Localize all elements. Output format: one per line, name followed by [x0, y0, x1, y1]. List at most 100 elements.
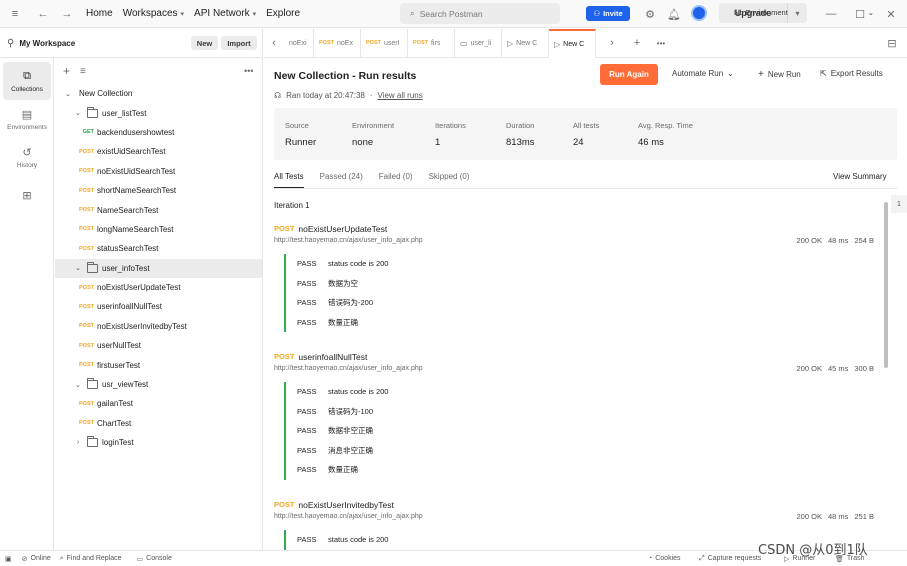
- right-panel-badge[interactable]: 1: [891, 195, 907, 213]
- tab-failed[interactable]: Failed (0): [379, 172, 413, 188]
- nav-collections[interactable]: ⧉ Collections: [3, 62, 51, 100]
- new-button[interactable]: New: [191, 36, 218, 50]
- chevron-down-icon[interactable]: ⌄: [73, 264, 83, 272]
- add-tab-icon[interactable]: +: [628, 34, 646, 52]
- method-badge: POST: [79, 284, 94, 291]
- import-button[interactable]: Import: [221, 36, 257, 50]
- invite-button[interactable]: ⚇ Invite: [586, 6, 630, 21]
- automate-run-button[interactable]: Automate Run ⌄: [672, 69, 734, 78]
- cookies-button[interactable]: ◔ Cookies: [648, 555, 681, 562]
- method-badge: POST: [79, 168, 94, 175]
- nav-apis[interactable]: ⊞: [0, 176, 54, 214]
- test-result-row: PASS 错误码为-200: [297, 298, 374, 308]
- summary-iterations: Iterations 1: [435, 121, 466, 148]
- add-icon[interactable]: +: [63, 64, 70, 78]
- tab-item[interactable]: noExi: [284, 28, 314, 58]
- request-item[interactable]: POST noExistUserInvitedbyTest: [55, 317, 262, 336]
- nav-explore[interactable]: Explore: [266, 8, 300, 19]
- test-result-row: PASS 消息非空正确: [297, 445, 373, 455]
- scrollbar[interactable]: [884, 202, 888, 368]
- chevron-down-icon[interactable]: ⌄: [73, 381, 83, 389]
- request-item[interactable]: POST ChartTest: [55, 414, 262, 433]
- folder-item[interactable]: ⌄ user_infoTest: [55, 258, 262, 278]
- more-icon[interactable]: •••: [244, 66, 253, 76]
- tab-scroll-left-icon[interactable]: ‹: [264, 34, 284, 52]
- search-input[interactable]: ⌕ Search Postman: [400, 3, 560, 24]
- request-item[interactable]: POST noExistUidSearchTest: [55, 162, 262, 181]
- request-item[interactable]: POST noExistUserUpdateTest: [55, 278, 262, 297]
- tab-list: noExi POST noEx POST userI POST firs ▭ user_li ▷ N…: [284, 28, 596, 58]
- tab-all-tests[interactable]: All Tests: [274, 172, 304, 188]
- tab-skipped[interactable]: Skipped (0): [429, 172, 470, 188]
- tab-item[interactable]: ▷ New C: [549, 28, 596, 58]
- folder-item[interactable]: ⌄ user_listTest: [55, 103, 262, 122]
- back-arrow-icon[interactable]: ←: [34, 5, 52, 23]
- view-summary-link[interactable]: View Summary: [833, 172, 887, 181]
- request-item[interactable]: POST longNameSearchTest: [55, 220, 262, 239]
- menu-icon[interactable]: ≡: [6, 5, 24, 23]
- nav-environments[interactable]: ▤ Environments: [0, 100, 54, 138]
- request-item[interactable]: POST userNullTest: [55, 336, 262, 355]
- online-status[interactable]: ⊘ Online: [22, 555, 51, 563]
- request-stats: 200 OK 48 ms 254 B: [796, 236, 874, 245]
- request-item[interactable]: POST existUidSearchTest: [55, 142, 262, 161]
- status-badge: PASS: [297, 278, 317, 288]
- request-heading[interactable]: POST noExistUserInvitedbyTest: [274, 500, 874, 510]
- close-icon[interactable]: ✕: [882, 5, 900, 23]
- tab-passed[interactable]: Passed (24): [320, 172, 363, 188]
- tab-more-icon[interactable]: •••: [652, 34, 670, 52]
- export-results-button[interactable]: ⇱ Export Results: [820, 69, 883, 78]
- chevron-down-icon[interactable]: ⌄: [73, 109, 83, 117]
- filter-icon[interactable]: ≡: [80, 66, 86, 77]
- workspace-name[interactable]: My Workspace: [19, 39, 75, 48]
- request-item[interactable]: POST userinfoallNullTest: [55, 297, 262, 316]
- method-badge: GET: [82, 129, 94, 136]
- request-item[interactable]: POST gailanTest: [55, 394, 262, 413]
- forward-arrow-icon[interactable]: →: [58, 5, 76, 23]
- request-heading[interactable]: POST userinfoallNullTest: [274, 352, 874, 362]
- folder-item[interactable]: › loginTest: [55, 433, 262, 452]
- run-again-button[interactable]: Run Again: [600, 64, 658, 85]
- sidebar-toggle-icon[interactable]: ▣: [5, 555, 12, 563]
- environment-select[interactable]: No Environment ⌄: [734, 8, 874, 17]
- method-badge: POST: [79, 245, 94, 252]
- collection-item[interactable]: ⌄ New Collection: [55, 84, 262, 103]
- environment-quicklook-icon[interactable]: ⊟: [883, 34, 901, 52]
- console-button[interactable]: ▭ Console: [137, 555, 172, 563]
- left-nav: ⧉ Collections ▤ Environments ↺ History ⊞: [0, 58, 54, 550]
- tab-item[interactable]: POST userI: [361, 28, 408, 58]
- settings-icon[interactable]: ⚙: [641, 5, 659, 23]
- tab-item[interactable]: POST firs: [408, 28, 455, 58]
- chevron-down-icon[interactable]: ⌄: [63, 90, 73, 98]
- find-replace-button[interactable]: ⌕ Find and Replace: [60, 555, 122, 563]
- avatar[interactable]: [691, 5, 707, 21]
- folder-item[interactable]: ⌄ usr_viewTest: [55, 375, 262, 394]
- test-result-row: PASS 数据非空正确: [297, 426, 373, 436]
- nav-workspaces[interactable]: Workspaces ▾: [123, 8, 184, 19]
- test-result-row: PASS 数量正确: [297, 465, 358, 475]
- tab-item[interactable]: POST noEx: [314, 28, 361, 58]
- request-item[interactable]: GET backendusershowtest: [55, 123, 262, 142]
- tab-scroll-right-icon[interactable]: ›: [602, 34, 622, 52]
- view-all-runs-link[interactable]: View all runs: [378, 91, 423, 100]
- request-item[interactable]: POST NameSearchTest: [55, 200, 262, 219]
- request-item[interactable]: POST shortNameSearchTest: [55, 181, 262, 200]
- chevron-right-icon[interactable]: ›: [73, 439, 83, 446]
- folder-icon: [87, 106, 98, 118]
- status-badge: PASS: [297, 317, 317, 327]
- capture-icon: ⤢: [699, 554, 705, 562]
- test-result-row: PASS 数量正确: [297, 317, 358, 327]
- request-heading[interactable]: POST noExistUserUpdateTest: [274, 224, 874, 234]
- capture-requests-button[interactable]: ⤢ Capture requests: [699, 555, 761, 563]
- folder-icon: [87, 436, 98, 448]
- bell-icon[interactable]: 🔔︎: [665, 5, 683, 23]
- request-item[interactable]: POST statusSearchTest: [55, 239, 262, 258]
- nav-api-network[interactable]: API Network ▾: [194, 8, 256, 19]
- test-results: PASS status code is 200 PASS 错误码为-100 PASS 数据…: [284, 382, 874, 480]
- nav-history[interactable]: ↺ History: [0, 138, 54, 176]
- request-item[interactable]: POST firstuserTest: [55, 355, 262, 374]
- tab-item[interactable]: ▷ New C: [502, 28, 549, 58]
- nav-home[interactable]: Home: [86, 8, 113, 19]
- tab-item[interactable]: ▭ user_li: [455, 28, 502, 58]
- new-run-button[interactable]: + New Run: [758, 69, 801, 80]
